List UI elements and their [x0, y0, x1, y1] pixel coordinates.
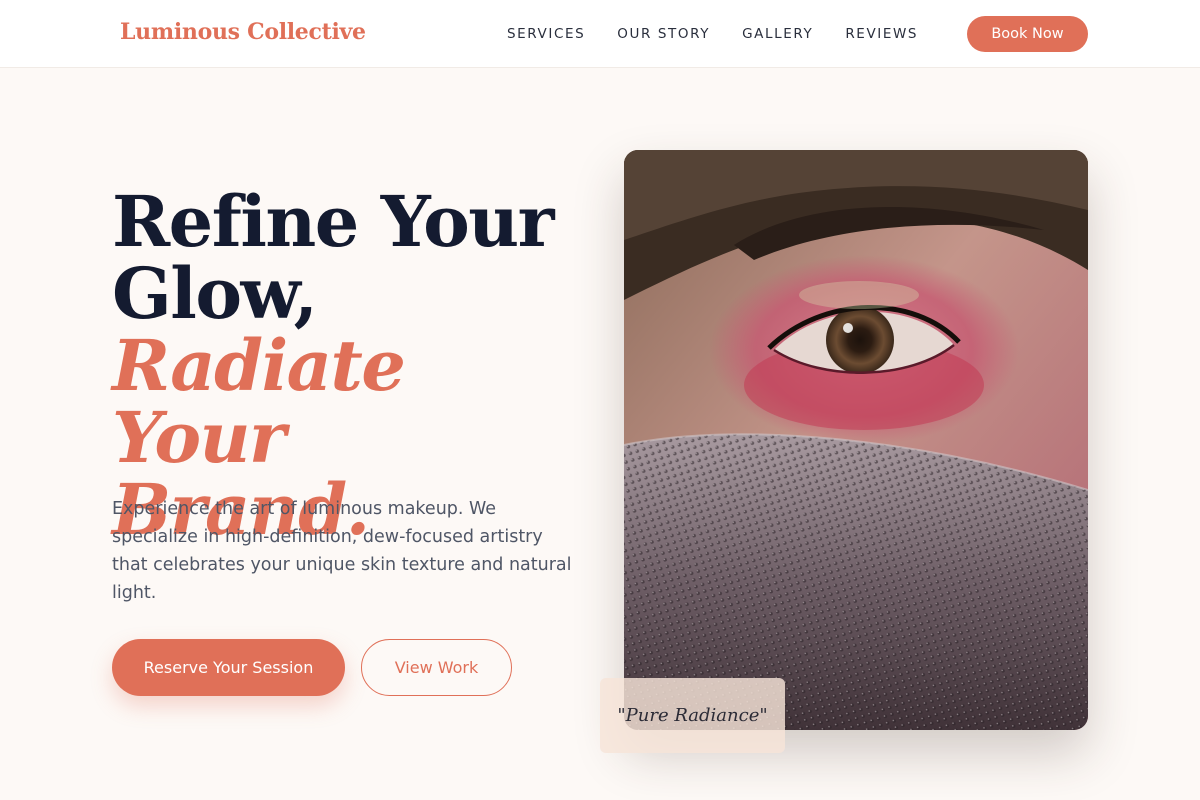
makeup-eye-photo — [624, 150, 1088, 730]
hero-headline: Refine Your Glow, Radiate Your Brand. — [112, 186, 582, 546]
reserve-session-button[interactable]: Reserve Your Session — [112, 639, 345, 696]
brand-logo[interactable]: Luminous Collective — [120, 19, 366, 45]
image-caption-card: "Pure Radiance" — [600, 678, 785, 753]
nav-item-reviews[interactable]: REVIEWS — [845, 25, 918, 43]
image-caption: "Pure Radiance" — [617, 705, 768, 726]
headline-line-1: Refine Your — [112, 180, 555, 263]
main-nav: SERVICES OUR STORY GALLERY REVIEWS — [507, 25, 950, 43]
headline-line-2: Glow, — [112, 252, 318, 335]
hero-description: Experience the art of luminous makeup. W… — [112, 499, 572, 603]
view-work-button[interactable]: View Work — [361, 639, 512, 696]
site-header: Luminous Collective SERVICES OUR STORY G… — [0, 0, 1200, 68]
book-now-button[interactable]: Book Now — [967, 16, 1088, 52]
nav-item-services[interactable]: SERVICES — [507, 25, 585, 43]
headline-accent-line-1: Radiate Your — [112, 324, 406, 479]
hero-image — [624, 150, 1088, 730]
nav-item-gallery[interactable]: GALLERY — [742, 25, 813, 43]
nav-item-our-story[interactable]: OUR STORY — [617, 25, 710, 43]
